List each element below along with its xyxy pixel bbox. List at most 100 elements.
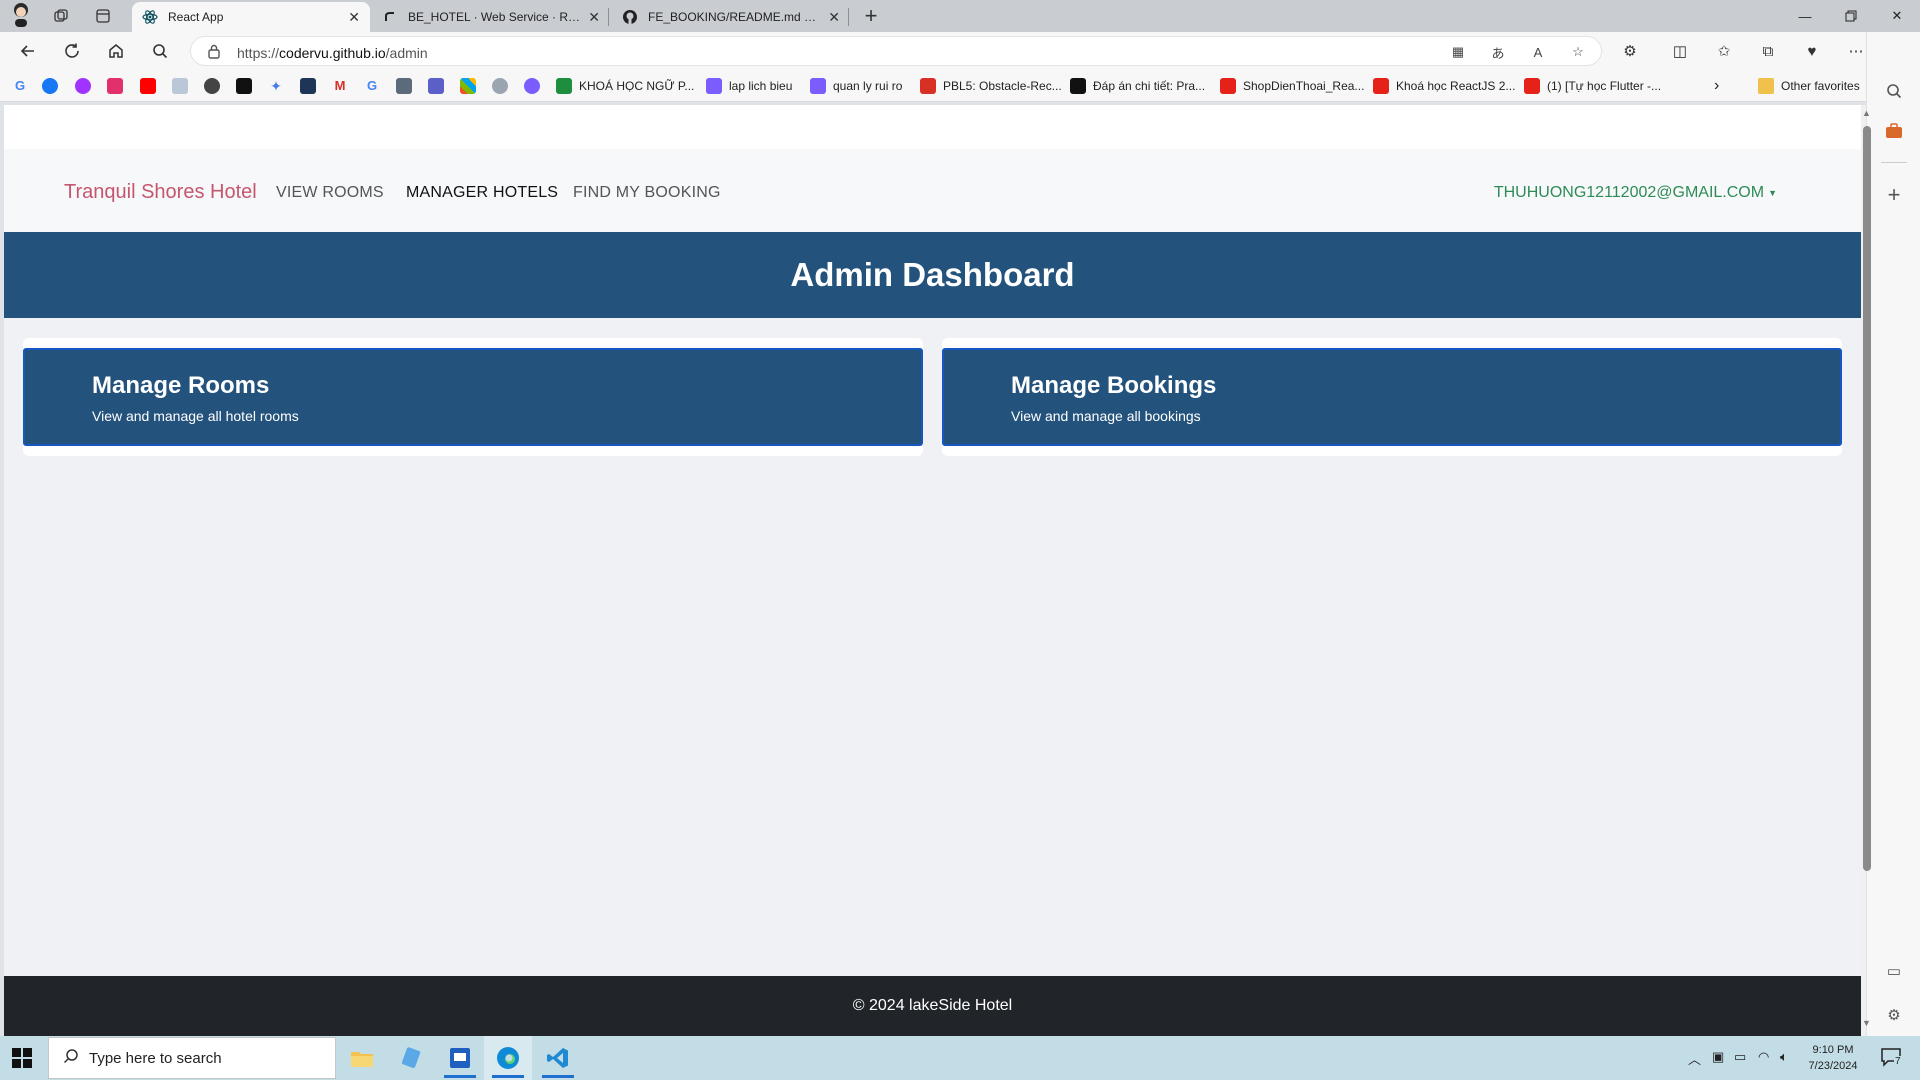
read-aloud-icon[interactable]: A	[1529, 44, 1547, 60]
windows-start-icon[interactable]	[12, 1048, 32, 1068]
back-icon[interactable]	[14, 38, 42, 64]
card-title: Manage Bookings	[1011, 372, 1217, 399]
search-icon[interactable]	[146, 38, 174, 64]
bookmark-item[interactable]: (1) [Tự học Flutter -...	[1524, 78, 1661, 94]
home-icon[interactable]	[102, 38, 130, 64]
restore-icon[interactable]	[1828, 0, 1874, 32]
chat-icon[interactable]	[236, 78, 252, 94]
sidebar-settings-icon[interactable]: ⚙	[1883, 1004, 1905, 1026]
dashboard-banner: Admin Dashboard	[4, 232, 1861, 318]
minimize-icon[interactable]: —	[1782, 0, 1828, 32]
taskbar-clock[interactable]: 9:10 PM 7/23/2024	[1800, 1042, 1866, 1074]
teams-icon[interactable]	[428, 78, 444, 94]
scroll-down-icon[interactable]: ▼	[1862, 1018, 1871, 1028]
file-explorer-icon[interactable]	[338, 1036, 386, 1080]
app-available-icon[interactable]: ▦	[1449, 44, 1467, 60]
remote-app-icon[interactable]	[436, 1036, 484, 1080]
bookmark-site-icon[interactable]	[172, 78, 188, 94]
bookmark-site-icon[interactable]	[524, 78, 540, 94]
folder-icon	[1758, 78, 1774, 94]
facebook-icon[interactable]	[42, 78, 58, 94]
close-tab-icon[interactable]: ✕	[588, 9, 600, 26]
microsoft-icon[interactable]	[460, 78, 476, 94]
profile-avatar[interactable]	[8, 2, 34, 27]
favorite-star-icon[interactable]: ☆	[1569, 44, 1587, 60]
tab-title: React App	[168, 10, 224, 24]
bookmark-item[interactable]: KHOÁ HỌC NGỮ P...	[556, 78, 694, 94]
lock-icon[interactable]	[207, 44, 221, 64]
nav-view-rooms[interactable]: VIEW ROOMS	[276, 184, 384, 202]
battery-icon[interactable]: ▭	[1734, 1049, 1746, 1065]
bookmark-item[interactable]: Khoá học ReactJS 2...	[1373, 78, 1515, 94]
close-tab-icon[interactable]: ✕	[828, 9, 840, 26]
bookmark-item[interactable]: PBL5: Obstacle-Rec...	[920, 78, 1062, 94]
close-window-icon[interactable]: ✕	[1874, 0, 1920, 32]
more-options-icon[interactable]: ⋯	[1844, 40, 1868, 62]
wifi-icon[interactable]: ◠	[1758, 1049, 1769, 1065]
tab-separator	[608, 8, 609, 26]
messenger-icon[interactable]	[75, 78, 91, 94]
bookmark-site-icon[interactable]	[396, 78, 412, 94]
notifications-icon[interactable]: 7	[1880, 1046, 1904, 1070]
brand-link[interactable]: Tranquil Shores Hotel	[64, 181, 257, 204]
volume-icon[interactable]: 🔈︎	[1780, 1049, 1788, 1065]
clock-date: 7/23/2024	[1808, 1060, 1858, 1072]
instagram-icon[interactable]	[107, 78, 123, 94]
openai-icon[interactable]	[204, 78, 220, 94]
sidebar-search-icon[interactable]	[1883, 80, 1905, 102]
edge-browser-icon[interactable]	[484, 1036, 532, 1080]
address-bar[interactable]: https://codervu.github.io/admin ▦ あ A ☆	[190, 36, 1602, 66]
scroll-up-icon[interactable]: ▲	[1862, 108, 1871, 118]
search-icon	[63, 1048, 79, 1069]
bookmark-item[interactable]: quan ly rui ro	[810, 78, 902, 94]
taskbar-search-box[interactable]	[48, 1037, 336, 1079]
workspaces-icon[interactable]	[48, 4, 74, 28]
youtube-icon[interactable]	[140, 78, 156, 94]
translate-icon[interactable]: あ	[1489, 44, 1507, 61]
bookmark-favicon	[706, 78, 722, 94]
bookmark-item[interactable]: lap lich bieu	[706, 78, 792, 94]
bookmark-site-icon[interactable]	[300, 78, 316, 94]
bookmark-item[interactable]: Đáp án chi tiết: Pra...	[1070, 78, 1205, 94]
github-icon[interactable]	[492, 78, 508, 94]
meet-now-icon[interactable]: ▣	[1712, 1049, 1724, 1065]
nav-find-my-booking[interactable]: FIND MY BOOKING	[573, 184, 721, 202]
google-icon[interactable]: G	[364, 78, 380, 94]
performance-icon[interactable]: ♥	[1800, 40, 1824, 62]
bookmark-label: lap lich bieu	[729, 79, 793, 93]
show-hidden-icons-icon[interactable]: ︿	[1688, 1049, 1701, 1068]
chevron-right-icon[interactable]: ›	[1714, 77, 1719, 94]
extensions-icon[interactable]: ⚙	[1618, 40, 1642, 62]
bookmark-item[interactable]: ShopDienThoai_Rea...	[1220, 78, 1364, 94]
add-sidebar-app-icon[interactable]: +	[1883, 182, 1905, 207]
screenshot-icon[interactable]: ▭	[1883, 960, 1905, 982]
tab-separator	[848, 8, 849, 26]
tab-actions-icon[interactable]	[90, 4, 116, 28]
new-tab-icon[interactable]: +	[858, 3, 884, 28]
split-screen-icon[interactable]: ◫	[1668, 40, 1692, 62]
bookmark-favicon	[1070, 78, 1086, 94]
vscode-icon[interactable]	[534, 1036, 582, 1080]
tab-react-app[interactable]: React App ✕	[132, 2, 370, 32]
close-tab-icon[interactable]: ✕	[348, 9, 360, 26]
manage-rooms-card[interactable]: Manage Rooms View and manage all hotel r…	[23, 348, 923, 446]
url-prefix: https://	[237, 45, 280, 61]
other-favorites[interactable]: Other favorites	[1758, 78, 1860, 94]
scrollbar-thumb[interactable]	[1863, 126, 1871, 871]
refresh-icon[interactable]	[58, 38, 86, 64]
browser-toolbar: https://codervu.github.io/admin ▦ あ A ☆ …	[0, 32, 1920, 70]
favorites-icon[interactable]: ✩	[1712, 40, 1736, 62]
tab-be-hotel[interactable]: BE_HOTEL · Web Service · Render ✕	[372, 2, 610, 32]
tools-briefcase-icon[interactable]	[1883, 120, 1905, 142]
tab-fe-booking[interactable]: FE_BOOKING/README.md at dev ✕	[612, 2, 850, 32]
taskbar-search-input[interactable]	[89, 1049, 309, 1067]
gemini-icon[interactable]: ✦	[268, 78, 284, 94]
notepad-icon[interactable]	[388, 1036, 436, 1080]
google-icon[interactable]: G	[12, 78, 28, 94]
user-account-dropdown[interactable]: THUHUONG12112002@GMAIL.COM ▼	[1494, 184, 1777, 202]
collections-icon[interactable]: ⧉	[1756, 40, 1780, 62]
manage-bookings-card[interactable]: Manage Bookings View and manage all book…	[942, 348, 1842, 446]
bookmark-label: quan ly rui ro	[833, 79, 903, 93]
gmail-icon[interactable]: M	[332, 78, 348, 94]
nav-manager-hotels[interactable]: MANAGER HOTELS	[406, 184, 558, 202]
